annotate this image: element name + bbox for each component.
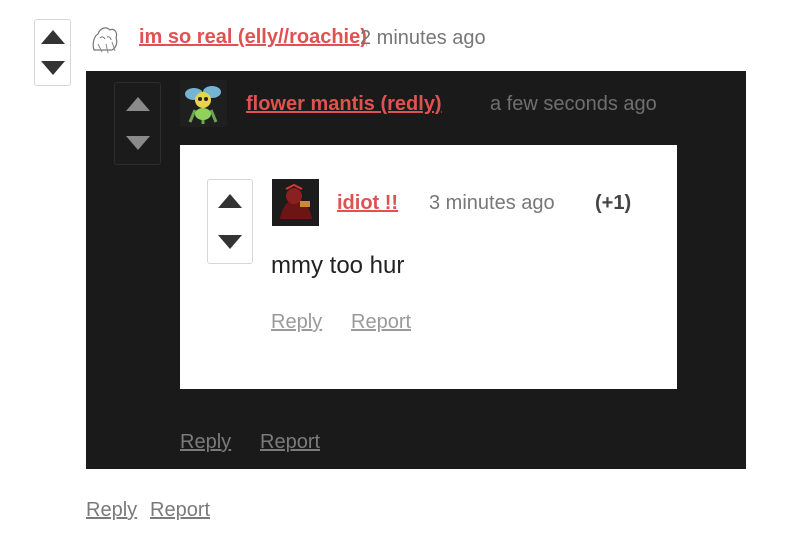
avatar [180, 80, 227, 127]
downvote-arrow-icon[interactable] [218, 235, 242, 249]
inner-reply-card [180, 145, 677, 389]
report-link[interactable]: Report [150, 499, 210, 522]
idiot-avatar-icon [272, 179, 319, 226]
report-link[interactable]: Report [260, 431, 320, 454]
reply-link[interactable]: Reply [271, 311, 322, 334]
reply-link[interactable]: Reply [180, 431, 231, 454]
vote-box-mid [114, 82, 161, 165]
comment-body: mmy too hur [271, 252, 405, 279]
mantis-avatar-icon [180, 80, 227, 127]
vote-box-inner [207, 179, 253, 264]
author-link[interactable]: idiot !! [337, 192, 398, 215]
vote-box-top [34, 19, 71, 86]
reply-link[interactable]: Reply [86, 499, 137, 522]
comment-score: (+1) [595, 192, 632, 214]
downvote-arrow-icon[interactable] [40, 61, 65, 75]
avatar [272, 179, 319, 226]
upvote-arrow-icon[interactable] [40, 30, 65, 44]
downvote-arrow-icon[interactable] [125, 136, 150, 150]
upvote-arrow-icon[interactable] [218, 194, 242, 208]
comment-timestamp: 2 minutes ago [360, 27, 486, 49]
avatar [88, 22, 122, 56]
comment-timestamp: 3 minutes ago [429, 192, 555, 214]
author-link[interactable]: flower mantis (redly) [246, 93, 442, 116]
comment-timestamp: a few seconds ago [490, 93, 657, 115]
author-link[interactable]: im so real (elly//roachie) [139, 26, 367, 49]
upvote-arrow-icon[interactable] [125, 97, 150, 111]
sketch-avatar-icon [92, 27, 118, 54]
report-link[interactable]: Report [351, 311, 411, 334]
